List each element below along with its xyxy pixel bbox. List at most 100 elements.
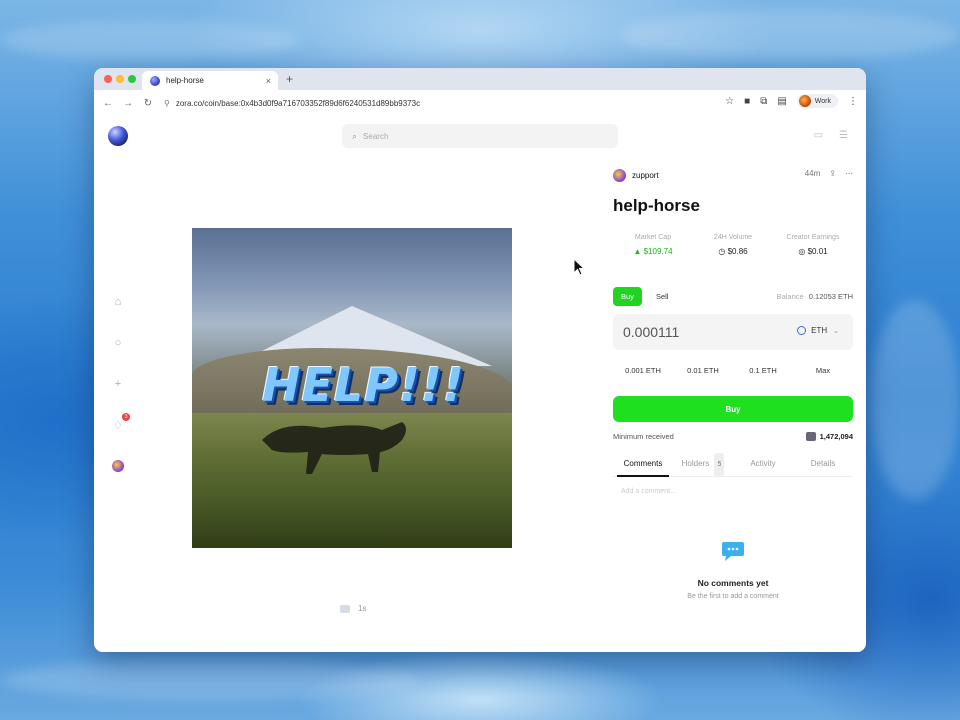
home-icon[interactable]: ⌂: [108, 292, 128, 312]
bookmark-star-icon[interactable]: ☆: [725, 96, 734, 107]
coin-title: help-horse: [613, 196, 700, 215]
extensions-puzzle-icon[interactable]: ⧉: [760, 96, 767, 107]
url-field[interactable]: ⚲ zora.co/coin/base:0x4b3d0f9a716703352f…: [164, 95, 684, 111]
stat-value: $0.86: [727, 247, 748, 256]
stat-value: $109.74: [643, 247, 673, 256]
chat-bubble-icon: [722, 542, 744, 561]
more-options-icon[interactable]: ⋯: [845, 169, 853, 178]
eth-icon: [797, 326, 807, 335]
sell-tab[interactable]: Sell: [648, 287, 677, 306]
tab-activity[interactable]: Activity: [733, 452, 793, 476]
amount-input[interactable]: 0.000111 ETH ⌄: [613, 314, 853, 350]
browser-tab[interactable]: help-horse ×: [142, 71, 278, 90]
creator-name: zupport: [632, 171, 659, 180]
zora-logo-icon[interactable]: [108, 126, 128, 146]
profile-nav-item[interactable]: [108, 456, 128, 476]
media-type-icon: [340, 604, 350, 613]
preset-01-eth[interactable]: 0.1 ETH: [733, 360, 793, 381]
preset-max[interactable]: Max: [793, 360, 853, 381]
tab-close-icon[interactable]: ×: [266, 76, 271, 86]
search-input[interactable]: ⌕ Search: [342, 124, 618, 148]
stat-label: Market Cap: [634, 234, 672, 241]
minimize-window-button[interactable]: [116, 75, 124, 83]
address-bar: ← → ↻ ⚲ zora.co/coin/base:0x4b3d0f9a7167…: [94, 90, 866, 117]
profile-label: Work: [814, 97, 831, 105]
tab-holders[interactable]: Holders 5: [673, 452, 733, 477]
notifications-bell-icon[interactable]: ♢ 3: [108, 413, 130, 435]
min-received-value: 1,472,094: [819, 432, 853, 441]
balance-label: Balance: [776, 292, 804, 301]
stat-label: 24H Volume: [713, 234, 753, 241]
creator-avatar: [613, 169, 626, 182]
tab-comments[interactable]: Comments: [613, 452, 673, 477]
zoom-window-button[interactable]: [128, 75, 136, 83]
holders-count: 5: [714, 453, 725, 477]
mouse-cursor-icon: [573, 258, 585, 276]
notification-badge: 3: [122, 413, 130, 421]
stat-creator-earnings: Creator Earnings ◎ $0.01: [773, 234, 853, 256]
tab-title: help-horse: [166, 76, 204, 85]
balance-value: 0.12053 ETH: [808, 292, 853, 301]
stat-label: Creator Earnings: [786, 234, 840, 241]
stat-value-row: ▲ $109.74: [613, 247, 693, 256]
stat-value: $0.01: [807, 247, 828, 256]
help-overlay-text: HELP!!!: [262, 358, 465, 412]
empty-comments-title: No comments yet: [697, 578, 769, 588]
min-received-label: Minimum received: [613, 432, 674, 441]
user-avatar-icon: [112, 460, 124, 472]
empty-comments-subtitle: Be the first to add a comment: [687, 593, 779, 600]
extension-icon[interactable]: ■: [744, 96, 750, 107]
background-wave: [0, 660, 420, 700]
back-arrow-icon[interactable]: ←: [98, 98, 118, 109]
buy-tab[interactable]: Buy: [613, 287, 642, 306]
browser-menu-icon[interactable]: ⋮: [848, 96, 858, 107]
currency-select[interactable]: ETH ⌄: [797, 326, 839, 335]
tab-bar: help-horse × +: [94, 68, 866, 90]
zora-favicon-icon: [150, 75, 160, 86]
coin-panel: zupport 44m ⇪ ⋯ help-horse Market Cap ▲ …: [613, 116, 853, 652]
horse-silhouette: [262, 422, 406, 474]
explore-search-icon[interactable]: ○: [108, 333, 128, 353]
tab-details[interactable]: Details: [793, 452, 853, 476]
comment-input[interactable]: Add a comment...: [613, 488, 861, 495]
creator-link[interactable]: zupport: [613, 169, 659, 182]
preset-0001-eth[interactable]: 0.001 ETH: [613, 360, 673, 381]
chevron-down-icon: ⌄: [833, 327, 839, 335]
stat-value-row: ◎ $0.01: [773, 247, 853, 256]
search-placeholder: Search: [363, 131, 389, 141]
media-meta-text: 1s: [358, 604, 367, 613]
stopwatch-icon: ◷: [718, 247, 726, 256]
amount-value: 0.000111: [623, 324, 680, 340]
left-nav: ⌂ ○ + ♢ 3: [108, 292, 130, 497]
profile-avatar-icon: [798, 95, 811, 107]
buy-button[interactable]: Buy: [613, 396, 853, 422]
coins-icon: ◎: [798, 247, 806, 256]
new-tab-button[interactable]: +: [286, 72, 293, 86]
forward-arrow-icon[interactable]: →: [118, 98, 138, 109]
coin-actions: 44m ⇪ ⋯: [805, 169, 853, 178]
side-panel-icon[interactable]: ▤: [777, 96, 786, 107]
media-meta: 1s: [340, 604, 366, 613]
browser-toolbar-icons: ☆ ■ ⧉ ▤ Work ⋮: [725, 94, 858, 108]
browser-window: help-horse × + ← → ↻ ⚲ zora.co/coin/base…: [94, 68, 866, 652]
url-text: zora.co/coin/base:0x4b3d0f9a716703352f89…: [175, 98, 421, 108]
balance: Balance 0.12053 ETH: [777, 292, 853, 301]
coin-thumbnail-icon: [805, 432, 816, 441]
close-window-button[interactable]: [104, 75, 112, 83]
preset-001-eth[interactable]: 0.01 ETH: [673, 360, 733, 381]
site-info-icon[interactable]: ⚲: [164, 99, 170, 108]
background-wave: [0, 20, 300, 60]
amount-presets: 0.001 ETH 0.01 ETH 0.1 ETH Max: [613, 360, 853, 381]
coin-stats: Market Cap ▲ $109.74 24H Volume ◷ $0.86 …: [613, 234, 853, 256]
stat-volume: 24H Volume ◷ $0.86: [693, 234, 773, 256]
up-triangle-icon: ▲: [633, 247, 642, 256]
reload-icon[interactable]: ↻: [138, 98, 158, 109]
currency-label: ETH: [811, 326, 828, 335]
coin-media-image[interactable]: HELP!!!: [192, 228, 512, 548]
create-plus-icon[interactable]: +: [108, 374, 128, 394]
content-tabs: Comments Holders 5 Activity Details: [613, 452, 853, 477]
zora-page: ⌕ Search ▭ ☰ ⌂ ○ + ♢ 3 HELP!!! 1s zuppor…: [94, 116, 866, 652]
share-icon[interactable]: ⇪: [829, 169, 836, 178]
profile-button[interactable]: Work: [796, 94, 838, 108]
stat-market-cap: Market Cap ▲ $109.74: [613, 234, 693, 256]
